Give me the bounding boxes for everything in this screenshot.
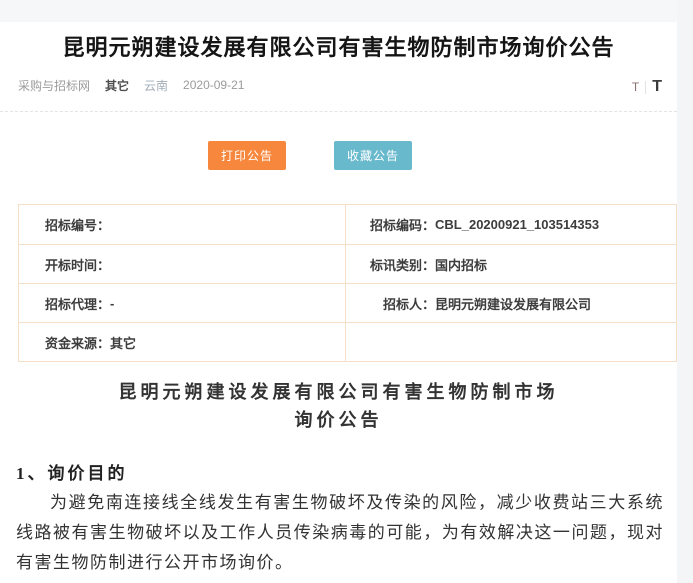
bid-info-table: 招标编号： 招标编码： CBL_20200921_103514353 开标时间：…: [18, 204, 677, 362]
font-controls-divider: [645, 81, 646, 94]
table-cell: 标讯类别： 国内招标: [345, 245, 676, 283]
meta-region: 云南: [144, 77, 168, 94]
cell-label: 招标人：: [370, 294, 435, 313]
table-cell: 招标代理： -: [19, 284, 345, 322]
cell-label: 招标编号：: [45, 215, 110, 234]
table-cell: 开标时间：: [19, 245, 345, 283]
action-buttons-row: 打印公告 收藏公告: [208, 141, 412, 170]
font-size-controls: T T: [632, 76, 662, 94]
table-row: 招标代理： - 招标人： 昆明元朔建设发展有限公司: [19, 283, 676, 322]
meta-category: 其它: [105, 77, 129, 94]
cell-value: 昆明元朔建设发展有限公司: [435, 294, 591, 313]
cell-value: 其它: [110, 333, 136, 352]
cell-value: 国内招标: [435, 255, 487, 274]
cell-label: 招标编码：: [370, 215, 435, 234]
announcement-title-line1: 昆明元朔建设发展有限公司有害生物防制市场: [0, 378, 677, 406]
meta-source: 采购与招标网: [18, 77, 90, 94]
scrollbar[interactable]: [677, 0, 693, 583]
table-cell: 招标人： 昆明元朔建设发展有限公司: [345, 284, 676, 322]
table-cell: 招标编码： CBL_20200921_103514353: [345, 205, 676, 244]
cell-label: 资金来源：: [45, 333, 110, 352]
table-cell: 招标编号：: [19, 205, 345, 244]
header-divider: [0, 111, 677, 112]
table-cell: 资金来源： 其它: [19, 323, 345, 361]
meta-date: 2020-09-21: [183, 78, 244, 92]
content-card: 昆明元朔建设发展有限公司有害生物防制市场询价公告 采购与招标网 其它 云南 20…: [0, 22, 677, 583]
print-announcement-button[interactable]: 打印公告: [208, 141, 286, 170]
cell-label: 招标代理：: [45, 294, 110, 313]
table-row: 资金来源： 其它: [19, 322, 676, 361]
announcement-title: 昆明元朔建设发展有限公司有害生物防制市场 询价公告: [0, 378, 677, 434]
section-heading: 1、询价目的: [16, 459, 128, 484]
announcement-title-line2: 询价公告: [0, 406, 677, 434]
page-title: 昆明元朔建设发展有限公司有害生物防制市场询价公告: [0, 30, 677, 62]
cell-label: 标讯类别：: [370, 255, 435, 274]
section-paragraph: 为避免南连接线全线发生有害生物破坏及传染的风险，减少收费站三大系统线路被有害生物…: [16, 488, 664, 578]
cell-label: 开标时间：: [45, 255, 110, 274]
meta-row: 采购与招标网 其它 云南 2020-09-21: [18, 77, 244, 93]
font-size-small-button[interactable]: T: [632, 81, 639, 94]
cell-value: CBL_20200921_103514353: [435, 217, 599, 232]
font-size-large-button[interactable]: T: [652, 79, 662, 94]
favorite-announcement-button[interactable]: 收藏公告: [334, 141, 412, 170]
cell-value: -: [110, 296, 114, 311]
table-row: 开标时间： 标讯类别： 国内招标: [19, 244, 676, 283]
table-row: 招标编号： 招标编码： CBL_20200921_103514353: [19, 205, 676, 244]
table-cell: [345, 323, 676, 361]
